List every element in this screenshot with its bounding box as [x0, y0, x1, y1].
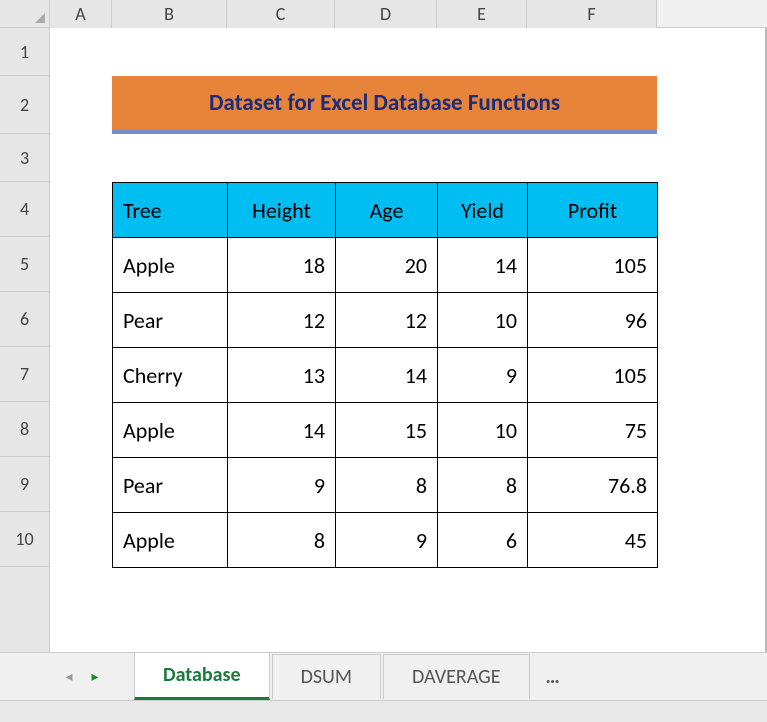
spreadsheet-area: A B C D E F 1 2 3 4 5 6 7 8 9 10 Dataset… — [0, 0, 767, 652]
header-yield[interactable]: Yield — [438, 183, 528, 238]
table-row: Apple14151075 — [113, 403, 658, 458]
sheet-tabs-bar: ◂ ▸ Database DSUM DAVERAGE … — [0, 652, 767, 700]
cell-profit[interactable]: 105 — [528, 348, 658, 403]
title-banner: Dataset for Excel Database Functions — [112, 76, 657, 134]
cell-height[interactable]: 12 — [228, 293, 336, 348]
row-header-8[interactable]: 8 — [0, 402, 49, 457]
row-header-5[interactable]: 5 — [0, 237, 49, 292]
cell-profit[interactable]: 105 — [528, 238, 658, 293]
col-header-D[interactable]: D — [335, 0, 437, 28]
cell-height[interactable]: 13 — [228, 348, 336, 403]
row-header-4[interactable]: 4 — [0, 182, 49, 237]
col-header-E[interactable]: E — [437, 0, 527, 28]
cell-profit[interactable]: 75 — [528, 403, 658, 458]
cell-profit[interactable]: 96 — [528, 293, 658, 348]
cell-tree[interactable]: Cherry — [113, 348, 228, 403]
table-row: Pear12121096 — [113, 293, 658, 348]
cell-age[interactable]: 15 — [336, 403, 438, 458]
select-all-corner[interactable] — [0, 0, 50, 28]
cell-height[interactable]: 8 — [228, 513, 336, 568]
tab-daverage[interactable]: DAVERAGE — [383, 654, 530, 699]
header-height[interactable]: Height — [228, 183, 336, 238]
row-header-10[interactable]: 10 — [0, 512, 49, 567]
row-header-7[interactable]: 7 — [0, 347, 49, 402]
cell-age[interactable]: 20 — [336, 238, 438, 293]
cell-yield[interactable]: 6 — [438, 513, 528, 568]
col-header-F[interactable]: F — [527, 0, 657, 28]
row-header-3[interactable]: 3 — [0, 134, 49, 182]
header-age[interactable]: Age — [336, 183, 438, 238]
table-row: Apple182014105 — [113, 238, 658, 293]
table-row: Cherry13149105 — [113, 348, 658, 403]
table-row: Pear98876.8 — [113, 458, 658, 513]
cell-tree[interactable]: Pear — [113, 458, 228, 513]
cell-height[interactable]: 9 — [228, 458, 336, 513]
tab-database[interactable]: Database — [134, 652, 270, 701]
cell-age[interactable]: 9 — [336, 513, 438, 568]
header-profit[interactable]: Profit — [528, 183, 658, 238]
cell-height[interactable]: 18 — [228, 238, 336, 293]
cell-tree[interactable]: Apple — [113, 403, 228, 458]
nav-next-icon[interactable]: ▸ — [86, 668, 104, 686]
col-header-B[interactable]: B — [112, 0, 227, 28]
cell-yield[interactable]: 10 — [438, 293, 528, 348]
row-header-2[interactable]: 2 — [0, 76, 49, 134]
tab-more-icon[interactable]: … — [532, 655, 574, 699]
tab-dsum[interactable]: DSUM — [272, 654, 381, 699]
cell-height[interactable]: 14 — [228, 403, 336, 458]
col-header-C[interactable]: C — [227, 0, 335, 28]
cell-tree[interactable]: Apple — [113, 238, 228, 293]
data-table: Tree Height Age Yield Profit Apple182014… — [112, 182, 658, 568]
table-row: Apple89645 — [113, 513, 658, 568]
header-tree[interactable]: Tree — [113, 183, 228, 238]
cell-tree[interactable]: Apple — [113, 513, 228, 568]
cell-profit[interactable]: 45 — [528, 513, 658, 568]
cell-age[interactable]: 8 — [336, 458, 438, 513]
row-header-1[interactable]: 1 — [0, 28, 49, 76]
cell-profit[interactable]: 76.8 — [528, 458, 658, 513]
cell-tree[interactable]: Pear — [113, 293, 228, 348]
nav-prev-icon[interactable]: ◂ — [60, 668, 78, 686]
row-header-9[interactable]: 9 — [0, 457, 49, 512]
row-header-6[interactable]: 6 — [0, 292, 49, 347]
status-bar — [0, 700, 767, 722]
col-header-A[interactable]: A — [50, 0, 112, 28]
cell-yield[interactable]: 8 — [438, 458, 528, 513]
cell-yield[interactable]: 10 — [438, 403, 528, 458]
tab-nav: ◂ ▸ — [60, 668, 104, 686]
cells-grid[interactable]: Dataset for Excel Database Functions Tre… — [50, 28, 767, 652]
cell-yield[interactable]: 14 — [438, 238, 528, 293]
cell-yield[interactable]: 9 — [438, 348, 528, 403]
cell-age[interactable]: 12 — [336, 293, 438, 348]
row-headers-col: 1 2 3 4 5 6 7 8 9 10 — [0, 28, 50, 652]
cell-age[interactable]: 14 — [336, 348, 438, 403]
table-header-row: Tree Height Age Yield Profit — [113, 183, 658, 238]
column-headers-row: A B C D E F — [0, 0, 767, 28]
